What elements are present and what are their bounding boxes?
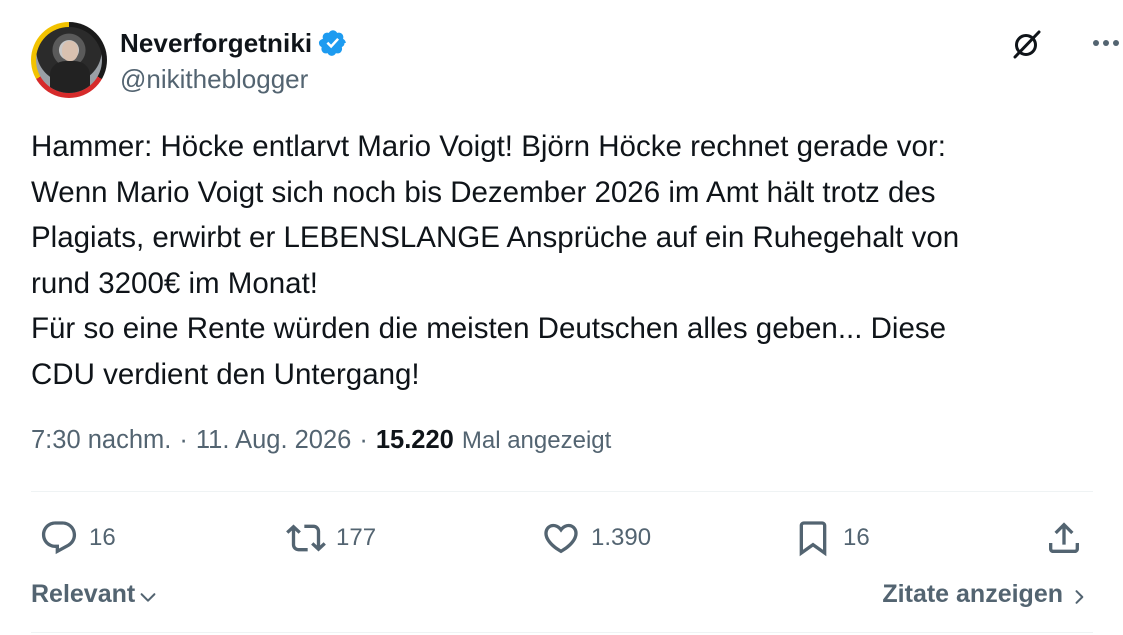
like-button[interactable]: 1.390 <box>541 512 651 564</box>
chevron-down-icon <box>140 592 156 602</box>
bookmark-count: 16 <box>843 524 870 551</box>
verified-badge-icon[interactable] <box>318 28 348 58</box>
bookmark-icon <box>799 521 827 557</box>
bookmark-button[interactable]: 16 <box>793 512 870 564</box>
grok-icon[interactable] <box>1008 26 1044 62</box>
tweet-meta: 7:30 nachm. · 11. Aug. 2026 · 15.220 Mal… <box>31 426 611 455</box>
tweet-time[interactable]: 7:30 nachm. <box>31 426 171 455</box>
display-name[interactable]: Neverforgetniki <box>120 28 312 59</box>
share-icon <box>1049 522 1079 553</box>
view-quotes-link[interactable]: Zitate anzeigen <box>882 580 1089 609</box>
share-button[interactable] <box>1044 512 1084 564</box>
reply-button[interactable]: 16 <box>39 512 116 564</box>
avatar-photo <box>36 27 102 93</box>
repost-button[interactable]: 177 <box>286 512 376 564</box>
meta-separator: · <box>359 426 368 454</box>
views-count[interactable]: 15.220 <box>376 426 454 455</box>
tweet-date[interactable]: 11. Aug. 2026 <box>196 426 352 455</box>
action-bar: 16 177 1.390 16 <box>31 512 1093 564</box>
reply-count: 16 <box>89 524 116 551</box>
sort-label: Relevant <box>31 580 136 608</box>
display-name-row[interactable]: Neverforgetniki <box>120 27 348 59</box>
avatar[interactable] <box>31 22 107 98</box>
divider <box>31 632 1093 633</box>
sort-dropdown[interactable]: Relevant <box>31 580 159 609</box>
tweet-header: Neverforgetniki @nikitheblogger <box>31 22 1119 102</box>
user-handle[interactable]: @nikitheblogger <box>120 64 308 95</box>
views-label[interactable]: Mal angezeigt <box>462 427 611 455</box>
tweet-text: Hammer: Höcke entlarvt Mario Voigt! Björ… <box>31 130 960 391</box>
chevron-right-icon <box>1075 589 1084 604</box>
divider <box>31 491 1093 492</box>
quotes-label: Zitate anzeigen <box>882 580 1063 608</box>
repost-count: 177 <box>336 524 377 551</box>
repost-icon <box>286 524 326 552</box>
meta-separator: · <box>179 426 188 454</box>
more-icon[interactable] <box>1085 28 1123 58</box>
like-icon <box>544 523 578 554</box>
replies-footer: Relevant Zitate anzeigen <box>31 576 1093 616</box>
reply-icon <box>41 521 77 555</box>
like-count: 1.390 <box>591 524 652 551</box>
